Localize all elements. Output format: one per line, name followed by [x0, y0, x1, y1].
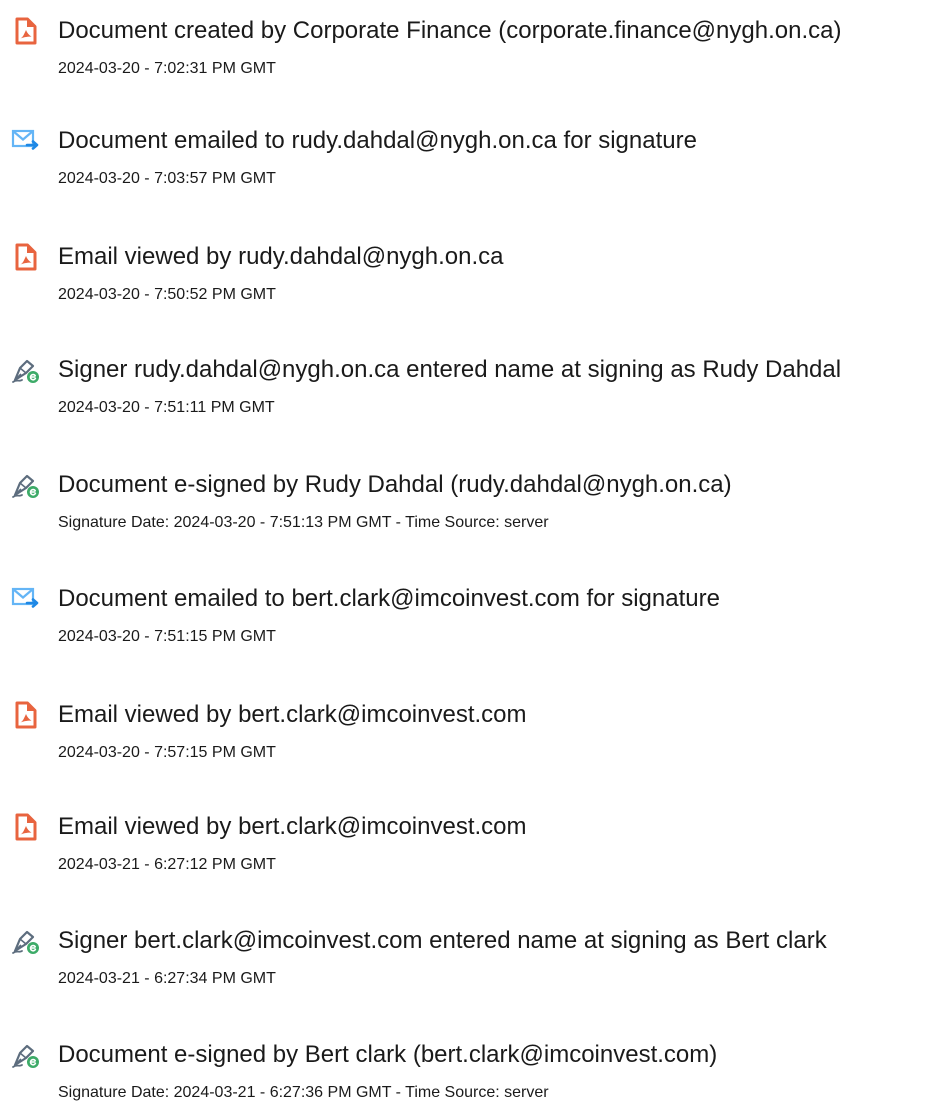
email-sent-icon	[11, 584, 41, 614]
event-title: Email viewed by rudy.dahdal@nygh.on.ca	[58, 243, 504, 270]
event-title: Document emailed to bert.clark@imcoinves…	[58, 585, 720, 612]
event-timestamp: 2024-03-20 - 7:51:15 PM GMT	[58, 628, 276, 645]
event-timestamp: 2024-03-20 - 7:50:52 PM GMT	[58, 286, 276, 303]
event-timestamp: 2024-03-20 - 7:57:15 PM GMT	[58, 744, 276, 761]
event-timestamp: Signature Date: 2024-03-20 - 7:51:13 PM …	[58, 514, 549, 531]
audit-event: Signer rudy.dahdal@nygh.on.ca entered na…	[0, 355, 928, 435]
event-title: Email viewed by bert.clark@imcoinvest.co…	[58, 813, 527, 840]
event-timestamp: 2024-03-20 - 7:03:57 PM GMT	[58, 170, 276, 187]
document-icon	[11, 812, 41, 842]
audit-event: Document created by Corporate Finance (c…	[0, 16, 928, 96]
signature-icon	[11, 926, 41, 956]
event-timestamp: 2024-03-21 - 6:27:34 PM GMT	[58, 970, 276, 987]
event-timestamp: Signature Date: 2024-03-21 - 6:27:36 PM …	[58, 1084, 549, 1101]
document-icon	[11, 242, 41, 272]
audit-event: Signer bert.clark@imcoinvest.com entered…	[0, 926, 928, 1006]
email-sent-icon	[11, 126, 41, 156]
event-title: Signer rudy.dahdal@nygh.on.ca entered na…	[58, 356, 842, 383]
audit-event: Document emailed to bert.clark@imcoinves…	[0, 584, 928, 664]
event-title: Document emailed to rudy.dahdal@nygh.on.…	[58, 127, 697, 154]
document-icon	[11, 16, 41, 46]
signature-icon	[11, 470, 41, 500]
audit-event: Email viewed by bert.clark@imcoinvest.co…	[0, 700, 928, 780]
event-title: Document e-signed by Rudy Dahdal (rudy.d…	[58, 471, 732, 498]
audit-event: Email viewed by bert.clark@imcoinvest.co…	[0, 812, 928, 892]
signature-icon	[11, 1040, 41, 1070]
event-timestamp: 2024-03-21 - 6:27:12 PM GMT	[58, 856, 276, 873]
signature-icon	[11, 355, 41, 385]
event-title: Document created by Corporate Finance (c…	[58, 17, 842, 44]
audit-event: Document e-signed by Rudy Dahdal (rudy.d…	[0, 470, 928, 550]
document-icon	[11, 700, 41, 730]
event-title: Email viewed by bert.clark@imcoinvest.co…	[58, 701, 527, 728]
event-title: Document e-signed by Bert clark (bert.cl…	[58, 1041, 718, 1068]
event-title: Signer bert.clark@imcoinvest.com entered…	[58, 927, 827, 954]
event-timestamp: 2024-03-20 - 7:51:11 PM GMT	[58, 399, 275, 416]
audit-event: Document emailed to rudy.dahdal@nygh.on.…	[0, 126, 928, 206]
event-timestamp: 2024-03-20 - 7:02:31 PM GMT	[58, 60, 276, 77]
audit-event: Email viewed by rudy.dahdal@nygh.on.ca 2…	[0, 242, 928, 322]
audit-event: Document e-signed by Bert clark (bert.cl…	[0, 1040, 928, 1120]
